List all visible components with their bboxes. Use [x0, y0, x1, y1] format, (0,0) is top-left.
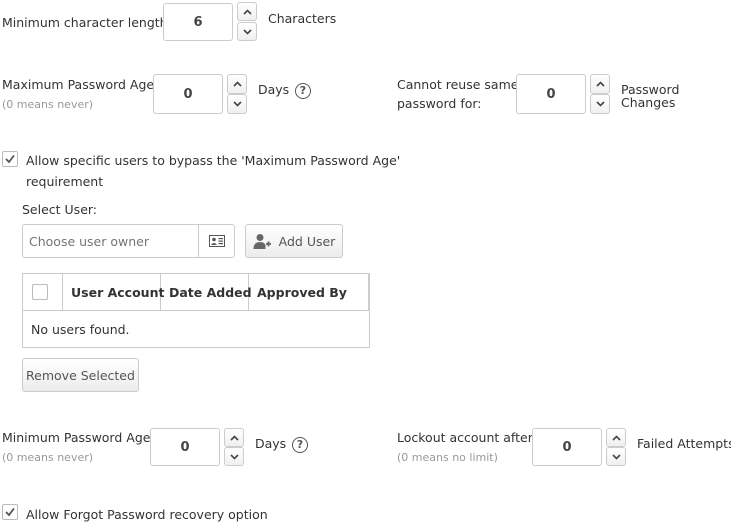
chevron-down-icon — [229, 453, 239, 460]
reuse-unit: Password Changes — [621, 83, 679, 109]
forgot-password-checkbox[interactable] — [2, 504, 18, 520]
add-user-icon — [253, 234, 271, 249]
chevron-down-icon — [595, 101, 605, 107]
min-age-decrement[interactable] — [224, 447, 244, 466]
remove-selected-button[interactable]: Remove Selected — [22, 358, 139, 392]
min-age-label: Minimum Password Age: — [2, 430, 155, 445]
contact-card-icon — [209, 235, 225, 247]
max-age-increment[interactable] — [227, 74, 247, 94]
min-length-unit: Characters — [268, 11, 337, 26]
column-date-added[interactable]: Date Added — [161, 274, 252, 311]
reuse-unit-line2: Changes — [621, 95, 676, 110]
chevron-down-icon — [242, 28, 252, 35]
max-age-decrement[interactable] — [227, 94, 247, 114]
user-lookup-button[interactable] — [198, 225, 235, 257]
select-all-checkbox[interactable] — [32, 284, 48, 300]
lockout-label: Lockout account after: — [397, 430, 537, 445]
bypass-label-line1: Allow specific users to bypass the 'Maxi… — [26, 153, 401, 168]
checkmark-icon — [5, 507, 15, 517]
column-user-account[interactable]: User Account — [63, 274, 164, 311]
lockout-increment[interactable] — [606, 428, 626, 447]
add-user-button[interactable]: Add User — [245, 224, 343, 258]
lockout-input[interactable] — [532, 428, 602, 466]
chevron-up-icon — [229, 434, 239, 441]
reuse-increment[interactable] — [590, 74, 610, 94]
min-age-unit: Days — [255, 436, 287, 451]
user-picker — [22, 224, 235, 258]
min-length-label: Minimum character length: — [2, 15, 172, 30]
reuse-input[interactable] — [516, 74, 586, 114]
min-age-hint: (0 means never) — [2, 451, 94, 464]
min-length-increment[interactable] — [237, 2, 257, 21]
add-user-label: Add User — [278, 233, 336, 249]
chevron-down-icon — [611, 453, 621, 460]
chevron-up-icon — [242, 8, 252, 15]
lockout-hint: (0 means no limit) — [397, 451, 498, 464]
max-age-label: Maximum Password Age: — [2, 77, 159, 92]
min-length-decrement[interactable] — [237, 22, 257, 41]
user-search-input[interactable] — [23, 225, 198, 257]
bypass-label-line2: requirement — [26, 174, 104, 189]
max-age-input[interactable] — [153, 74, 223, 114]
reuse-decrement[interactable] — [590, 94, 610, 114]
chevron-up-icon — [595, 81, 605, 87]
max-age-unit: Days — [258, 82, 290, 97]
min-length-input[interactable] — [163, 3, 233, 41]
empty-table-message: No users found. — [31, 322, 130, 337]
min-age-input[interactable] — [150, 428, 220, 466]
min-age-help-icon[interactable]: ? — [292, 437, 308, 453]
forgot-password-label: Allow Forgot Password recovery option — [26, 507, 268, 522]
lockout-unit: Failed Attempts — [637, 436, 731, 451]
checkmark-icon — [5, 154, 15, 164]
users-table: User Account Date Added Approved By No u… — [22, 273, 370, 348]
reuse-label-line2: password for: — [397, 96, 482, 111]
select-all-cell — [23, 274, 63, 311]
column-approved-by[interactable]: Approved By — [249, 274, 369, 311]
chevron-down-icon — [232, 101, 242, 107]
chevron-up-icon — [232, 81, 242, 87]
max-age-hint: (0 means never) — [2, 98, 94, 111]
reuse-label-line1: Cannot reuse same — [397, 77, 519, 92]
select-user-label: Select User: — [22, 202, 98, 217]
min-age-increment[interactable] — [224, 428, 244, 447]
max-age-help-icon[interactable]: ? — [295, 83, 311, 99]
chevron-up-icon — [611, 434, 621, 441]
table-header: User Account Date Added Approved By — [23, 274, 369, 311]
lockout-decrement[interactable] — [606, 447, 626, 466]
bypass-checkbox[interactable] — [2, 151, 18, 167]
